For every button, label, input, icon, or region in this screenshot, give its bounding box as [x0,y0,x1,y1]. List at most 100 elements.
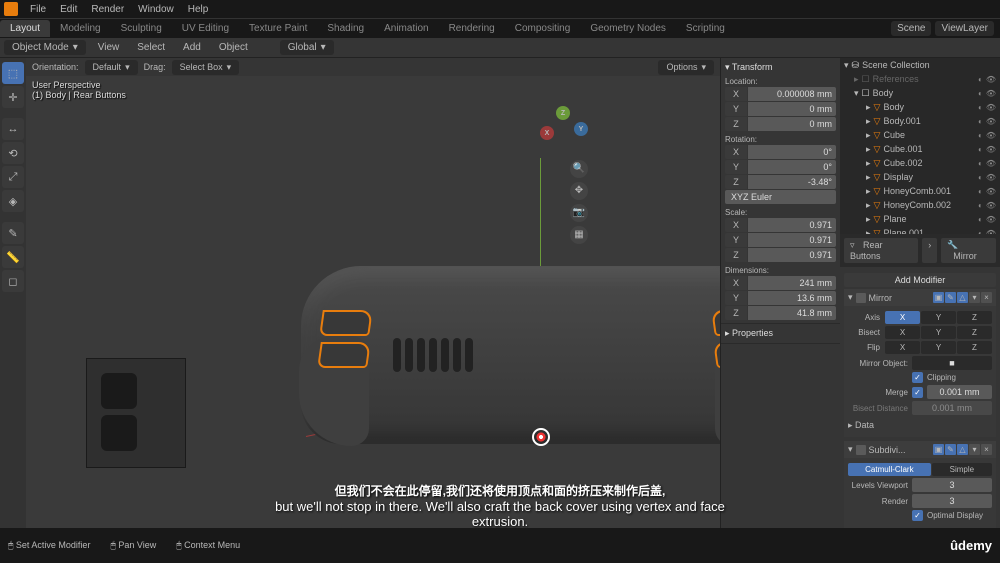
levels-viewport[interactable]: 3 [912,478,992,492]
perspective-icon[interactable]: ▦ [570,226,588,244]
loc-x[interactable]: 0.000008 mm [748,87,836,101]
close-icon[interactable]: × [981,292,992,303]
tool-move[interactable]: ↔ [2,118,24,140]
outliner-item[interactable]: ▸▽Cube.002◐👁 [840,156,1000,170]
rot-mode[interactable]: XYZ Euler [725,190,836,204]
realtime-icon[interactable]: ▣ [933,292,944,303]
nav-gizmo[interactable]: Z Y X [538,104,588,154]
mesh-rear-button[interactable] [319,310,373,336]
menu-edit[interactable]: Edit [54,2,83,17]
reference-image[interactable] [86,358,186,468]
outliner-item[interactable]: ▸▽HoneyComb.001◐👁 [840,184,1000,198]
axis-y-toggle[interactable]: Y [921,311,956,324]
drag-value[interactable]: Select Box ▾ [172,60,240,75]
menu-window[interactable]: Window [132,2,180,17]
mode-select[interactable]: Object Mode ▾ [4,40,86,55]
bc-object[interactable]: ▿ Rear Buttons [844,238,918,263]
data-section[interactable]: ▸ Data [848,417,992,434]
levels-render[interactable]: 3 [912,494,992,508]
outliner-item[interactable]: ▸▽Plane◐👁 [840,212,1000,226]
menu-file[interactable]: File [24,2,52,17]
outliner-item[interactable]: ▸▽Display◐👁 [840,170,1000,184]
outliner-collection[interactable]: ▸☐References◐👁 [840,72,1000,86]
scl-x[interactable]: 0.971 [748,218,836,232]
menu-help[interactable]: Help [182,2,215,17]
ws-shading[interactable]: Shading [317,20,374,37]
options-btn[interactable]: Options ▾ [658,60,714,75]
mirror-modifier-header[interactable]: ▾ Mirror ▣✎△▾× [844,289,996,306]
ws-uv[interactable]: UV Editing [172,20,239,37]
menu-view[interactable]: View [92,40,126,55]
optimal-check[interactable]: ✓ [912,510,923,521]
properties-header[interactable]: ▸ Properties [725,326,836,341]
flip-x[interactable]: X [885,341,920,354]
scl-z[interactable]: 0.971 [748,248,836,262]
menu-add[interactable]: Add [177,40,207,55]
rot-y[interactable]: 0° [748,160,836,174]
scene-name[interactable]: Scene [891,21,931,36]
bisect-x[interactable]: X [885,326,920,339]
bisect-z[interactable]: Z [957,326,992,339]
bc-modifier[interactable]: 🔧 Mirror [941,238,996,263]
outliner-collection[interactable]: ▾☐Body◐👁 [840,86,1000,100]
dim-x[interactable]: 241 mm [748,276,836,290]
ws-anim[interactable]: Animation [374,20,438,37]
ws-render[interactable]: Rendering [439,20,505,37]
merge-dist[interactable]: 0.001 mm [927,385,992,399]
close-icon[interactable]: × [981,444,992,455]
zoom-icon[interactable]: 🔍 [570,160,588,178]
dim-y[interactable]: 13.6 mm [748,291,836,305]
menu-render[interactable]: Render [85,2,130,17]
viewport-3d[interactable]: Orientation: Default ▾ Drag: Select Box … [26,58,720,528]
ws-sculpting[interactable]: Sculpting [111,20,172,37]
tool-annotate[interactable]: ✎ [2,222,24,244]
flip-y[interactable]: Y [921,341,956,354]
menu-object[interactable]: Object [213,40,254,55]
tool-cursor[interactable]: ✛ [2,86,24,108]
loc-y[interactable]: 0 mm [748,102,836,116]
ws-geo[interactable]: Geometry Nodes [580,20,676,37]
ws-layout[interactable]: Layout [0,20,50,37]
ws-modeling[interactable]: Modeling [50,20,111,37]
flip-z[interactable]: Z [957,341,992,354]
ws-script[interactable]: Scripting [676,20,735,37]
transform-header[interactable]: ▾ Transform [725,60,836,75]
outliner-root[interactable]: ▾⛁Scene Collection [840,58,1000,72]
move-view-icon[interactable]: ✥ [570,182,588,200]
outliner-item[interactable]: ▸▽Body◐👁 [840,100,1000,114]
tool-add-cube[interactable]: ◻ [2,270,24,292]
outliner-item[interactable]: ▸▽HoneyComb.002◐👁 [840,198,1000,212]
camera-icon[interactable]: 📷 [570,204,588,222]
orient-value[interactable]: Default ▾ [85,60,138,75]
ws-texpaint[interactable]: Texture Paint [239,20,317,37]
outliner-item[interactable]: ▸▽Cube◐👁 [840,128,1000,142]
axis-z-toggle[interactable]: Z [957,311,992,324]
outliner-item[interactable]: ▸▽Cube.001◐👁 [840,142,1000,156]
viewlayer-name[interactable]: ViewLayer [935,21,994,36]
add-modifier-btn[interactable]: Add Modifier [844,273,996,287]
tool-select-box[interactable]: ⬚ [2,62,24,84]
dropdown-icon[interactable]: ▾ [969,292,980,303]
scl-y[interactable]: 0.971 [748,233,836,247]
tool-rotate[interactable]: ⟲ [2,142,24,164]
subdiv-modifier-header[interactable]: ▾ Subdivi... ▣✎△▾× [844,441,996,458]
ws-comp[interactable]: Compositing [505,20,581,37]
mesh-rear-button[interactable] [711,310,720,336]
dim-z[interactable]: 41.8 mm [748,306,836,320]
outliner-item[interactable]: ▸▽Body.001◐👁 [840,114,1000,128]
clipping-check[interactable]: ✓ [912,372,923,383]
mesh-rear-button[interactable] [317,342,371,368]
menu-select[interactable]: Select [131,40,171,55]
loc-z[interactable]: 0 mm [748,117,836,131]
rot-z[interactable]: -3.48° [748,175,836,189]
simple-btn[interactable]: Simple [932,463,992,476]
bisect-y[interactable]: Y [921,326,956,339]
tool-scale[interactable]: ⤢ [2,166,24,188]
catmull-btn[interactable]: Catmull-Clark [848,463,931,476]
mirror-object-field[interactable]: ■ [912,356,992,370]
rot-x[interactable]: 0° [748,145,836,159]
tool-measure[interactable]: 📏 [2,246,24,268]
merge-check[interactable]: ✓ [912,387,923,398]
mesh-body[interactable] [301,266,720,444]
outliner-item[interactable]: ▸▽Plane.001◐👁 [840,226,1000,234]
